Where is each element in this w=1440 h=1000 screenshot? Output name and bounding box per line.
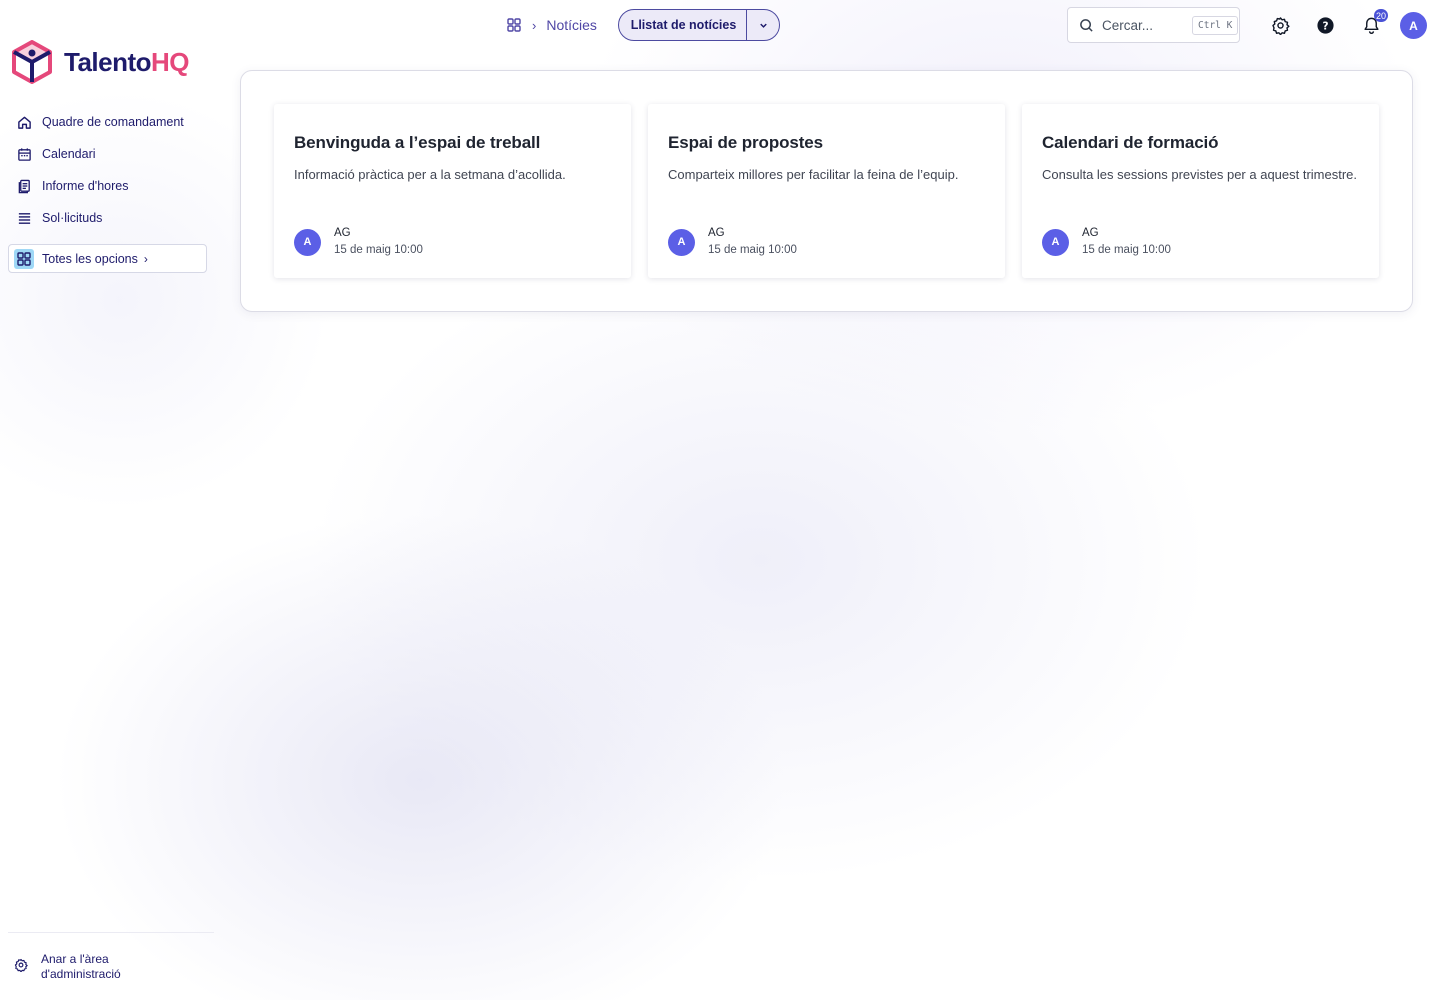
view-select-value[interactable]: Llistat de notícies xyxy=(619,18,746,32)
home-icon xyxy=(16,114,32,130)
grid-icon[interactable] xyxy=(506,17,522,33)
brand-name-part1: Talento xyxy=(64,46,152,77)
brand-name: TalentoHQ xyxy=(64,46,190,78)
admin-area-text: Anar a l'àrea d'administració xyxy=(41,952,121,982)
settings-button[interactable] xyxy=(1269,14,1291,36)
search-icon xyxy=(1080,18,1093,32)
avatar: A xyxy=(668,228,695,256)
admin-area-link[interactable]: Anar a l'àrea d'administració xyxy=(14,952,121,982)
news-card-list: Benvinguda a l’espai de treball Informac… xyxy=(274,104,1379,278)
author-initials: AG xyxy=(708,227,725,239)
divider xyxy=(8,932,214,933)
sidebar: TalentoHQ Quadre de comandament Calendar… xyxy=(0,0,222,1000)
search-shortcut-hint: Ctrl K xyxy=(1192,15,1239,35)
news-card-title: Espai de propostes xyxy=(668,133,824,152)
author-initials: AG xyxy=(1082,227,1099,239)
avatar: A xyxy=(1042,228,1069,256)
gear-icon xyxy=(14,958,28,976)
help-icon: ? xyxy=(1316,16,1334,34)
all-options-label: Totes les opcions xyxy=(42,251,138,266)
avatar: A xyxy=(294,228,321,256)
news-card-date: 15 de maig 10:00 xyxy=(1082,244,1171,256)
breadcrumb: › Notícies xyxy=(506,14,597,36)
sidebar-item-hours-report[interactable]: Informe d'hores xyxy=(8,170,214,202)
brand-logo[interactable]: TalentoHQ xyxy=(12,40,190,84)
chevron-down-icon xyxy=(759,23,767,28)
news-card-description: Informació pràctica per a la setmana d’a… xyxy=(294,167,566,182)
news-panel: Benvinguda a l’espai de treball Informac… xyxy=(240,70,1413,312)
news-card-date: 15 de maig 10:00 xyxy=(708,244,797,256)
sidebar-item-dashboard[interactable]: Quadre de comandament xyxy=(8,106,214,138)
gear-icon xyxy=(1271,16,1290,35)
admin-area-line1: Anar a l'àrea xyxy=(41,952,109,966)
all-options-button[interactable]: Totes les opcions › xyxy=(8,244,207,273)
sidebar-item-label: Calendari xyxy=(42,147,96,161)
news-card-author: A AG 15 de maig 10:00 xyxy=(294,225,423,259)
sidebar-item-label: Informe d'hores xyxy=(42,179,129,193)
user-avatar[interactable]: A xyxy=(1400,12,1427,39)
author-initials: AG xyxy=(334,227,351,239)
sidebar-item-label: Quadre de comandament xyxy=(42,115,184,129)
news-card-description: Comparteix millores per facilitar la fei… xyxy=(668,167,959,182)
news-card[interactable]: Benvinguda a l’espai de treball Informac… xyxy=(274,104,631,278)
svg-text:?: ? xyxy=(1322,20,1328,32)
news-card-author: A AG 15 de maig 10:00 xyxy=(1042,225,1171,259)
news-card[interactable]: Calendari de formació Consulta les sessi… xyxy=(1022,104,1379,278)
news-card-title: Calendari de formació xyxy=(1042,133,1219,152)
news-card-title: Benvinguda a l’espai de treball xyxy=(294,133,541,152)
logo-cube-icon xyxy=(12,40,52,84)
grid-icon xyxy=(14,248,34,269)
sidebar-item-label: Sol·licituds xyxy=(42,211,103,225)
notifications-badge: 20 xyxy=(1374,9,1389,22)
news-card-date: 15 de maig 10:00 xyxy=(334,244,423,256)
calendar-icon xyxy=(16,146,32,162)
view-select-toggle[interactable] xyxy=(746,10,779,40)
view-select[interactable]: Llistat de notícies xyxy=(618,9,780,41)
sidebar-item-calendar[interactable]: Calendari xyxy=(8,138,214,170)
news-card-author: A AG 15 de maig 10:00 xyxy=(668,225,797,259)
breadcrumb-current[interactable]: Notícies xyxy=(546,17,597,33)
news-card[interactable]: Espai de propostes Comparteix millores p… xyxy=(648,104,1005,278)
brand-name-part2: HQ xyxy=(151,46,190,77)
chevron-right-icon: › xyxy=(143,251,148,266)
report-icon xyxy=(16,178,32,194)
search-box[interactable]: Ctrl K xyxy=(1067,7,1240,43)
news-card-description: Consulta les sessions previstes per a aq… xyxy=(1042,167,1358,182)
admin-area-line2: d'administració xyxy=(41,967,121,981)
sidebar-nav: Quadre de comandament Calendari Informe … xyxy=(8,106,214,234)
list-icon xyxy=(16,210,32,226)
sidebar-item-requests[interactable]: Sol·licituds xyxy=(8,202,214,234)
search-input[interactable] xyxy=(1102,17,1184,33)
chevron-right-icon: › xyxy=(532,17,537,33)
help-button[interactable]: ? xyxy=(1314,14,1336,36)
